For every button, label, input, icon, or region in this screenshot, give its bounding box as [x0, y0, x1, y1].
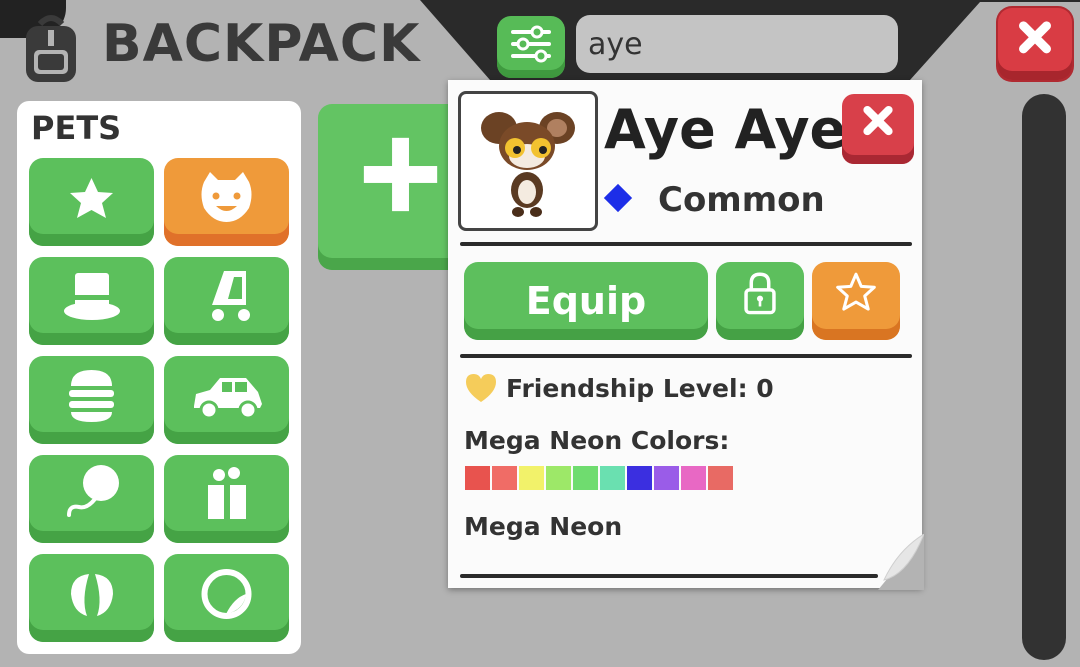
color-swatch	[519, 466, 544, 490]
category-favorites-button[interactable]	[29, 158, 154, 246]
lock-button[interactable]	[716, 262, 804, 340]
divider	[460, 242, 912, 246]
close-backpack-button[interactable]	[998, 8, 1072, 80]
stroller-icon	[212, 271, 250, 321]
wings-icon	[71, 574, 113, 616]
pet-info-card: Aye Aye Common Equip Friendship Level: 0	[448, 80, 924, 590]
pet-thumbnail	[458, 91, 598, 231]
color-swatch	[627, 466, 652, 490]
lock-icon	[744, 272, 776, 315]
category-strollers-button[interactable]	[164, 257, 289, 345]
friendship-level: Friendship Level: 0	[506, 374, 774, 403]
add-button[interactable]	[318, 104, 468, 270]
category-pet-wear-button[interactable]	[29, 554, 154, 642]
category-toys-button[interactable]	[29, 455, 154, 543]
mega-neon-status: Mega Neon	[464, 512, 623, 541]
pet-name: Aye Aye	[604, 98, 847, 161]
star-outline-icon	[836, 272, 876, 311]
category-vehicles-button[interactable]	[164, 356, 289, 444]
close-card-button[interactable]	[842, 94, 914, 164]
category-accessories-button[interactable]	[29, 257, 154, 345]
color-swatch	[600, 466, 625, 490]
color-swatch	[492, 466, 517, 490]
aye-aye-pet-image	[481, 112, 575, 217]
category-stickers-button[interactable]	[164, 554, 289, 642]
category-panel: PETS	[17, 101, 301, 654]
search-input[interactable]	[576, 15, 898, 73]
heart-icon	[466, 374, 496, 402]
category-pets-button[interactable]	[164, 158, 289, 246]
plus-icon	[363, 137, 438, 212]
burger-icon	[69, 370, 114, 422]
close-icon	[863, 105, 893, 136]
star-icon	[70, 178, 113, 218]
scrollbar[interactable]	[1022, 94, 1066, 660]
car-icon	[194, 378, 262, 420]
color-swatch	[708, 466, 733, 490]
color-swatch	[573, 466, 598, 490]
top-hat-icon	[64, 273, 120, 320]
page-title: BACKPACK	[102, 14, 421, 74]
rarity-diamond-icon	[603, 183, 633, 213]
filter-button[interactable]	[497, 16, 565, 78]
mega-neon-color-swatches	[465, 466, 735, 490]
sliders-icon	[511, 25, 551, 63]
divider	[460, 574, 878, 578]
backpack-icon	[26, 15, 76, 82]
color-swatch	[654, 466, 679, 490]
balloon-icon	[67, 465, 119, 517]
mega-neon-colors-label: Mega Neon Colors:	[464, 426, 730, 455]
close-icon	[1019, 21, 1051, 54]
equip-button[interactable]: Equip	[464, 262, 708, 340]
pet-face-icon	[201, 172, 252, 222]
pet-rarity: Common	[658, 180, 825, 220]
category-label: PETS	[31, 109, 122, 147]
color-swatch	[546, 466, 571, 490]
category-gifts-button[interactable]	[164, 455, 289, 543]
color-swatch	[465, 466, 490, 490]
color-swatch	[681, 466, 706, 490]
page-curl	[878, 534, 924, 590]
category-food-button[interactable]	[29, 356, 154, 444]
divider	[460, 354, 912, 358]
favorite-button[interactable]	[812, 262, 900, 340]
gift-icon	[208, 467, 246, 519]
sticker-icon	[201, 569, 252, 619]
